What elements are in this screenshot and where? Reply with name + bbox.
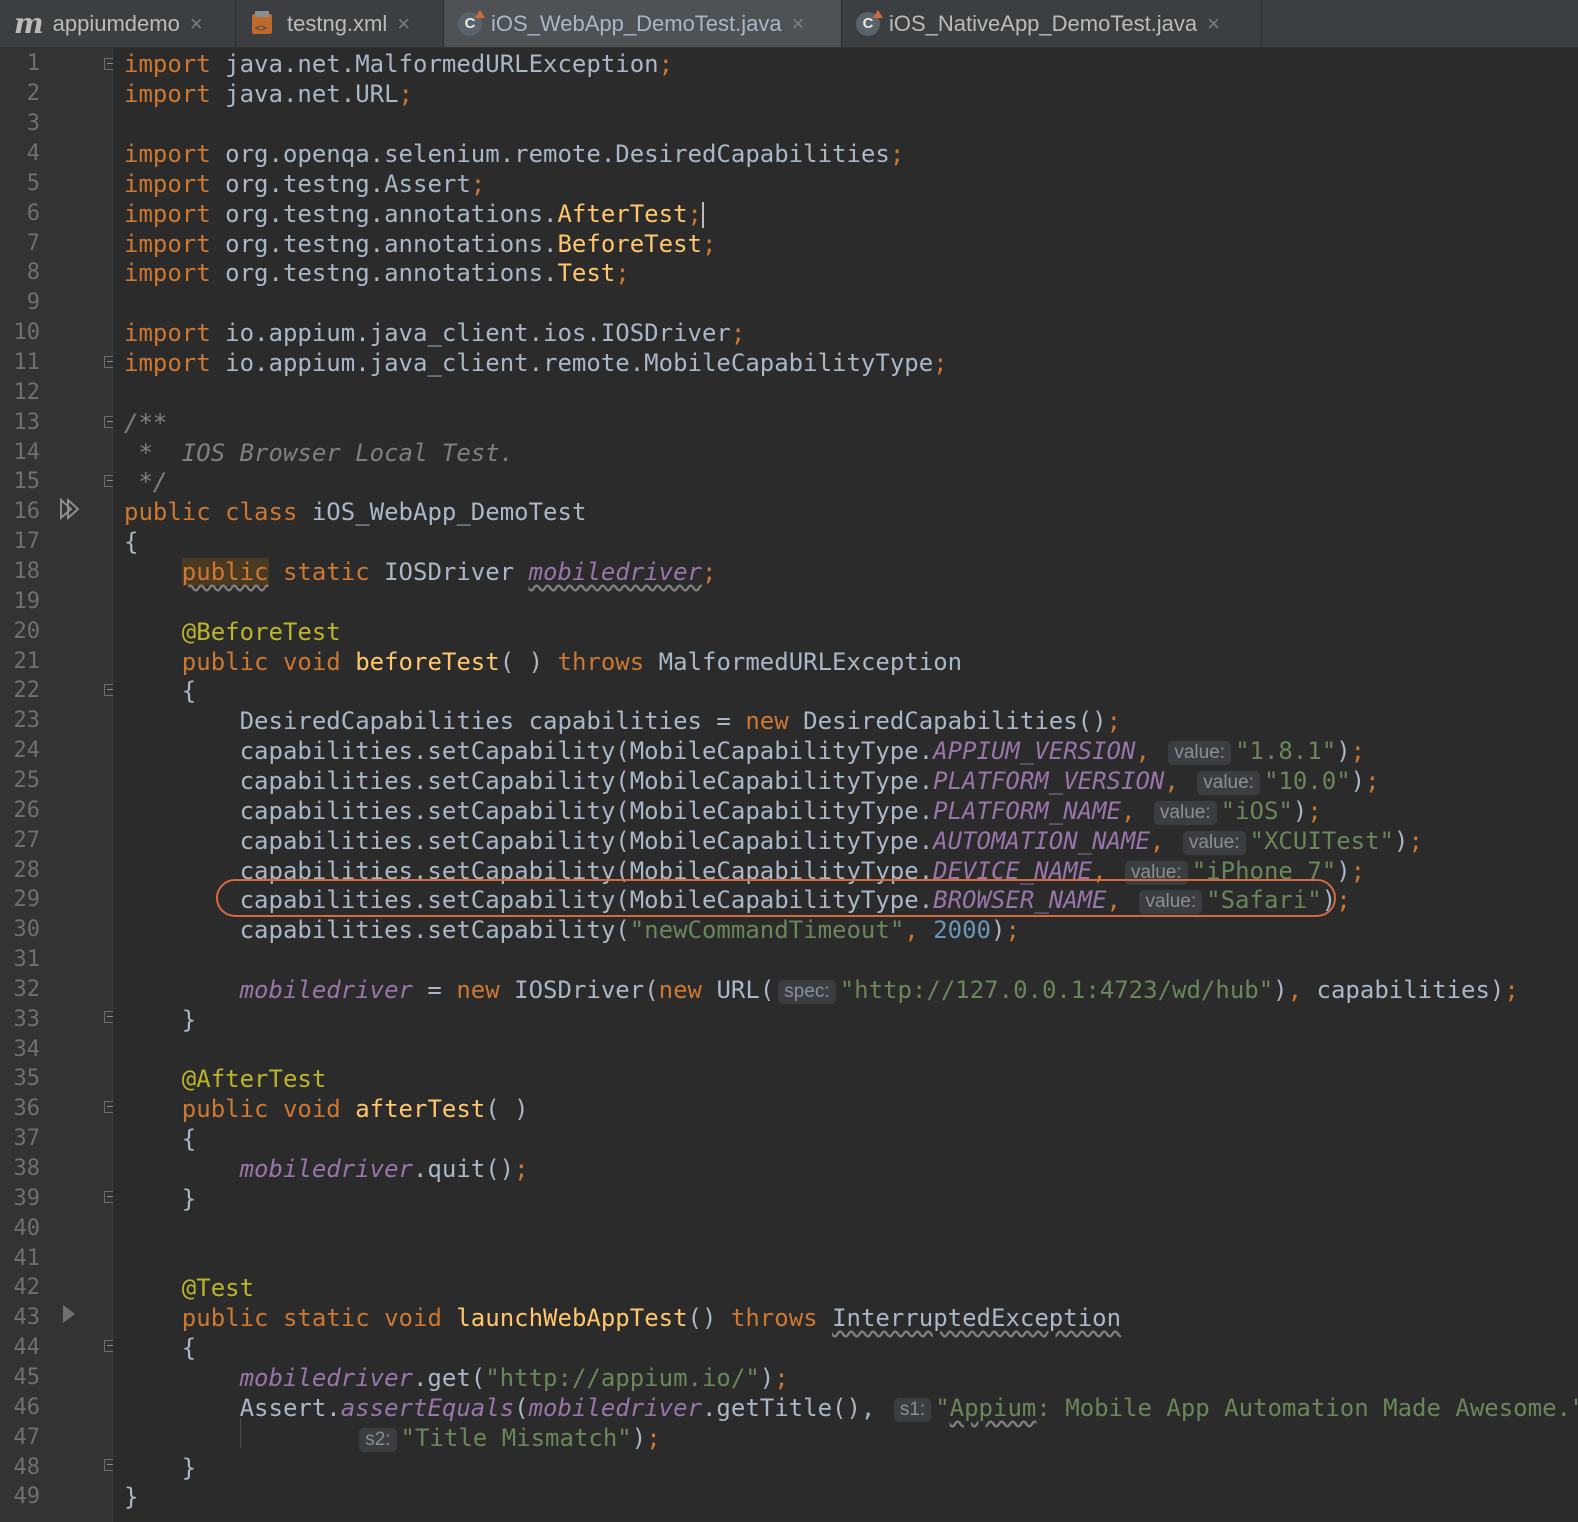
line-number: 39 — [13, 1186, 41, 1211]
tab-testng-xml[interactable]: <> testng.xml × — [236, 0, 444, 47]
tab-ios-webapp-demotest[interactable]: C iOS_WebApp_DemoTest.java × — [444, 0, 842, 47]
line-number: 38 — [13, 1156, 41, 1181]
line-number: 45 — [13, 1365, 41, 1390]
line-number: 3 — [26, 111, 40, 136]
tab-label: iOS_WebApp_DemoTest.java — [491, 10, 782, 36]
line-number: 13 — [13, 410, 41, 435]
text-caret — [701, 202, 704, 228]
param-hint: value: — [1182, 831, 1246, 855]
line-number: 42 — [13, 1275, 41, 1300]
line-number: 40 — [13, 1216, 41, 1241]
svg-text:<>: <> — [255, 23, 267, 34]
line-number: 29 — [13, 887, 41, 912]
line-number: 12 — [13, 380, 41, 405]
tab-label: testng.xml — [287, 10, 388, 36]
highlight-annotation-oval — [216, 879, 1336, 917]
line-number: 6 — [26, 201, 40, 226]
param-hint: value: — [1153, 801, 1217, 825]
line-number: 14 — [13, 440, 41, 465]
line-number: 34 — [13, 1037, 41, 1062]
line-number: 35 — [13, 1066, 41, 1091]
line-number: 21 — [13, 649, 41, 674]
line-number: 43 — [13, 1305, 41, 1330]
param-hint: s1: — [893, 1398, 932, 1422]
line-number: 36 — [13, 1096, 41, 1121]
line-number: 32 — [13, 977, 41, 1002]
line-number: 5 — [26, 171, 40, 196]
line-number: 2 — [26, 81, 40, 106]
param-hint: s2: — [359, 1428, 397, 1452]
line-number: 31 — [13, 947, 41, 972]
line-number: 16 — [13, 499, 41, 524]
line-number: 19 — [13, 589, 41, 614]
tab-appiumdemo[interactable]: m appiumdemo × — [0, 0, 236, 47]
line-number: 46 — [13, 1395, 41, 1420]
java-class-icon: C — [856, 9, 883, 36]
line-number: 15 — [13, 469, 41, 494]
param-hint: spec: — [778, 980, 836, 1004]
xml-file-icon: <> — [250, 10, 278, 38]
tab-ios-nativeapp-demotest[interactable]: C iOS_NativeApp_DemoTest.java × — [842, 0, 1262, 47]
line-number: 49 — [13, 1484, 41, 1509]
line-number: 26 — [13, 798, 41, 823]
line-number: 25 — [13, 768, 41, 793]
line-number: 10 — [13, 320, 41, 345]
line-number: 23 — [13, 708, 41, 733]
line-number: 20 — [13, 619, 41, 644]
line-number: 1 — [26, 51, 40, 76]
java-class-icon: C — [458, 9, 485, 36]
tab-label: iOS_NativeApp_DemoTest.java — [889, 10, 1198, 36]
line-number: 4 — [26, 141, 40, 166]
editor-gutter: 1 2 3 4 5 6 7 8 9 10 11 12 13 14 15 16 1… — [0, 48, 116, 1522]
line-number: 18 — [13, 559, 41, 584]
line-number: 27 — [13, 828, 41, 853]
editor-tab-bar: m appiumdemo × <> testng.xml × C iOS_Web… — [0, 0, 1578, 48]
line-number: 22 — [13, 678, 41, 703]
run-test-icon[interactable] — [59, 1303, 81, 1330]
tab-label: appiumdemo — [52, 10, 180, 36]
close-icon[interactable]: × — [397, 11, 410, 37]
close-icon[interactable]: × — [792, 11, 805, 37]
line-number: 17 — [13, 529, 41, 554]
line-number: 11 — [13, 350, 41, 375]
line-number: 30 — [13, 917, 41, 942]
line-number: 41 — [13, 1246, 41, 1271]
code-editor[interactable]: import java.net.MalformedURLException; i… — [113, 48, 1578, 1522]
line-number: 37 — [13, 1126, 41, 1151]
close-icon[interactable]: × — [190, 11, 203, 37]
line-number: 48 — [13, 1455, 41, 1480]
line-number: 44 — [13, 1335, 41, 1360]
line-number: 28 — [13, 858, 41, 883]
param-hint: value: — [1168, 741, 1232, 765]
close-icon[interactable]: × — [1207, 11, 1220, 37]
param-hint: value: — [1197, 771, 1260, 795]
line-number: 8 — [26, 260, 40, 285]
indent-guide — [240, 1418, 241, 1448]
line-number: 9 — [26, 290, 40, 315]
maven-module-icon: m — [14, 6, 44, 40]
line-number: 24 — [13, 738, 41, 763]
line-number: 7 — [26, 231, 40, 256]
run-all-icon[interactable] — [59, 497, 81, 525]
line-number: 47 — [13, 1425, 41, 1450]
line-number: 33 — [13, 1007, 41, 1032]
